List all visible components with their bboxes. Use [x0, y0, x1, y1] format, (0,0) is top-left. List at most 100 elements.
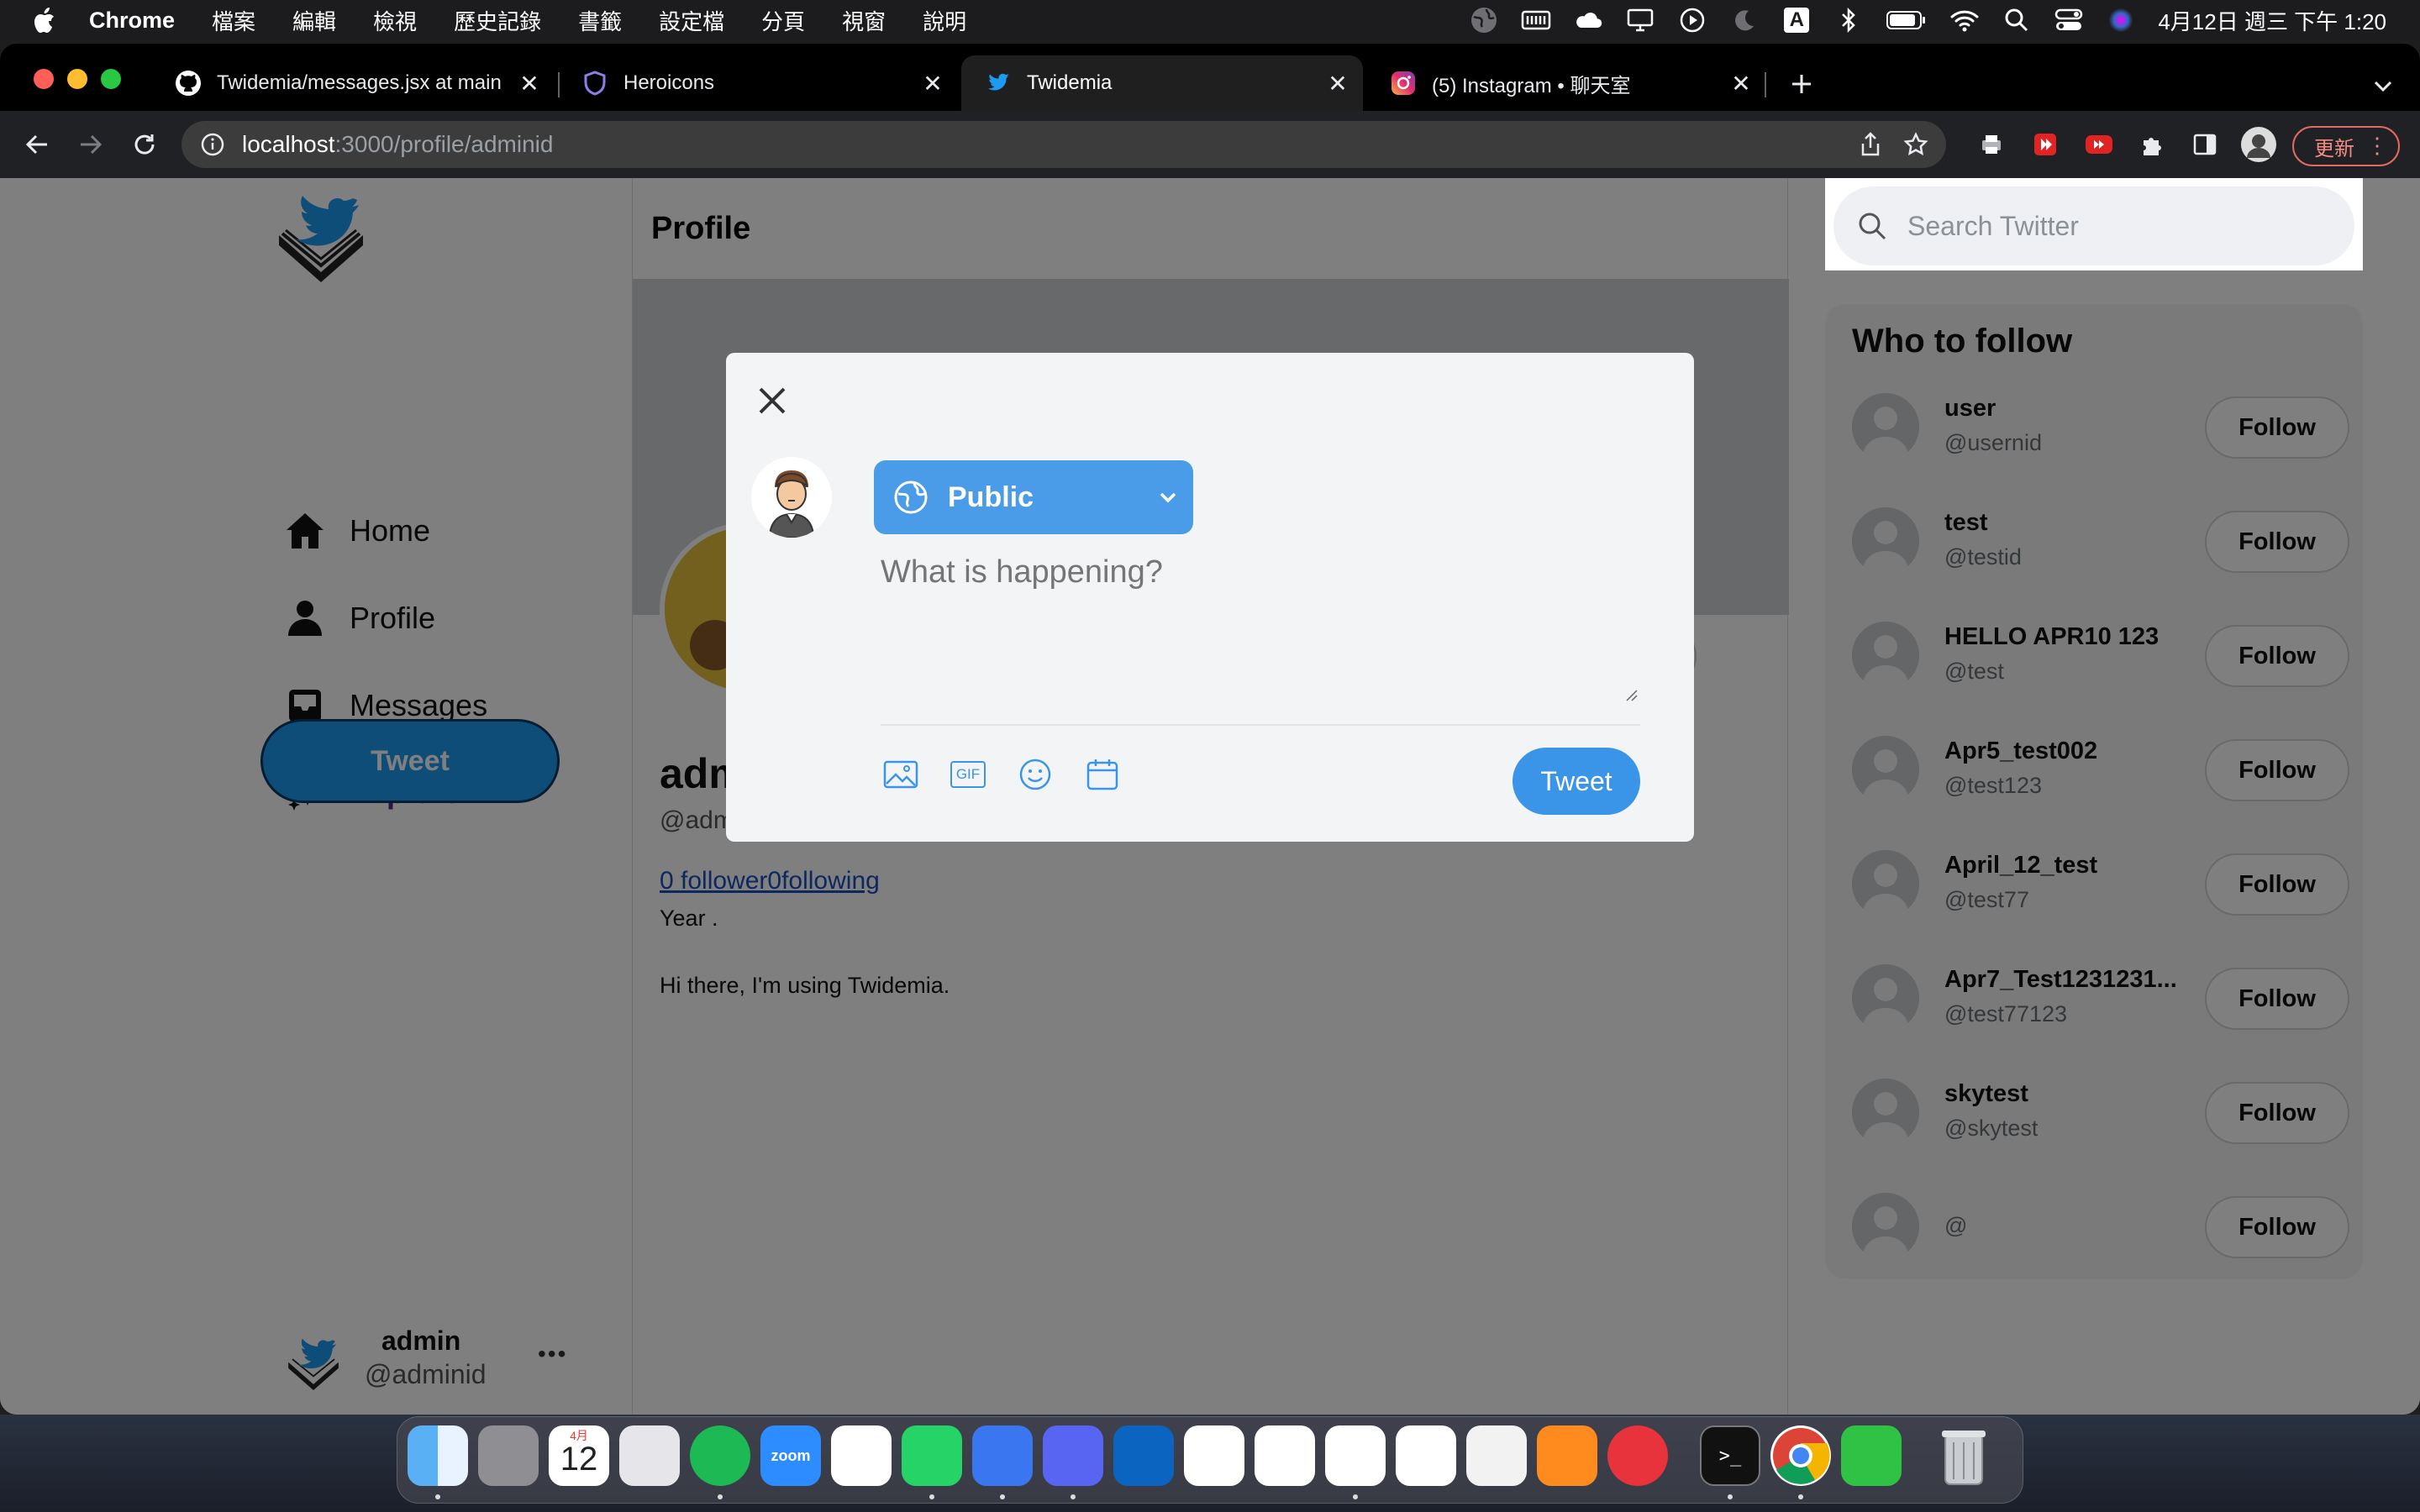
- dock-running-indicator: [1798, 1494, 1803, 1499]
- dock-slack-icon[interactable]: [1396, 1425, 1456, 1486]
- dock-textedit-icon[interactable]: [1466, 1425, 1527, 1486]
- composer-avatar: [751, 457, 832, 538]
- dock-finder-icon[interactable]: [408, 1425, 468, 1486]
- reload-icon[interactable]: [124, 124, 165, 165]
- dock-facetime-icon[interactable]: [1841, 1425, 1902, 1486]
- search-icon[interactable]: [2002, 5, 2032, 35]
- menu-history[interactable]: 歷史記錄: [454, 5, 541, 36]
- search-icon: [1855, 209, 1889, 243]
- dock-trash-icon[interactable]: [1933, 1425, 1994, 1486]
- menu-view[interactable]: 檢視: [373, 5, 417, 36]
- new-tab-icon[interactable]: [1785, 67, 1818, 101]
- keyboard-icon[interactable]: [1521, 5, 1551, 35]
- macos-menubar: Chrome 檔案 編輯 檢視 歷史記錄 書籤 設定檔 分頁 視窗 說明 A 4…: [0, 0, 2420, 40]
- extensions-puzzle-icon[interactable]: [2133, 124, 2173, 165]
- back-icon[interactable]: [17, 124, 57, 165]
- dock-terminal-icon[interactable]: >_: [1700, 1425, 1760, 1486]
- github-icon: [175, 70, 202, 97]
- extension-red-play-icon[interactable]: [2025, 124, 2065, 165]
- globe-icon[interactable]: [1469, 5, 1499, 35]
- tab-search-chevron-icon[interactable]: [2366, 69, 2400, 102]
- close-tab-icon[interactable]: ✕: [1724, 66, 1758, 100]
- menu-help[interactable]: 說明: [923, 5, 966, 36]
- menu-bookmarks[interactable]: 書籤: [578, 5, 622, 36]
- dock-system-settings-icon[interactable]: [478, 1425, 539, 1486]
- bookmark-star-icon[interactable]: [1899, 128, 1933, 161]
- dock-pencil-icon[interactable]: [1537, 1425, 1597, 1486]
- dock-spotify-icon[interactable]: [690, 1425, 750, 1486]
- info-icon[interactable]: [200, 132, 225, 157]
- dock-running-indicator: [1353, 1494, 1358, 1499]
- profile-avatar[interactable]: [2238, 124, 2279, 165]
- dock-powerpoint-icon[interactable]: [1184, 1425, 1244, 1486]
- dock-signal-icon[interactable]: [972, 1425, 1033, 1486]
- side-panel-icon[interactable]: [2185, 124, 2225, 165]
- dock-running-indicator: [718, 1494, 723, 1499]
- tab-github[interactable]: Twidemia/messages.jsx at main ✕: [151, 55, 555, 111]
- menu-profiles[interactable]: 設定檔: [659, 5, 724, 36]
- cloud-icon[interactable]: [1573, 5, 1603, 35]
- dock-discord-icon[interactable]: [1043, 1425, 1103, 1486]
- emoji-icon[interactable]: [1017, 756, 1054, 793]
- search-input[interactable]: Search Twitter: [1833, 186, 2354, 265]
- dock-outlook-icon[interactable]: [1113, 1425, 1174, 1486]
- menubar-clock[interactable]: 4月12日 週三 下午 1:20: [2158, 5, 2386, 36]
- image-icon[interactable]: [882, 756, 919, 793]
- play-icon[interactable]: [1677, 5, 1707, 35]
- dock-zoom-icon[interactable]: zoom: [760, 1425, 821, 1486]
- tab-twidemia[interactable]: Twidemia ✕: [961, 55, 1363, 111]
- menu-window[interactable]: 視窗: [842, 5, 886, 36]
- dock-fist-app-icon[interactable]: [1607, 1425, 1668, 1486]
- dock-photos-icon[interactable]: [831, 1425, 892, 1486]
- gif-icon[interactable]: GIF: [950, 756, 986, 793]
- moon-icon[interactable]: [1729, 5, 1760, 35]
- web-page: Home Profile Messages Explore Tweet admi…: [0, 178, 2420, 1415]
- dock-running-indicator: [1728, 1494, 1733, 1499]
- display-icon[interactable]: [1625, 5, 1655, 35]
- dock-whatsapp-icon[interactable]: [902, 1425, 962, 1486]
- control-center-icon[interactable]: [2054, 5, 2084, 35]
- tab-heroicons[interactable]: Heroicons ✕: [558, 55, 958, 111]
- dock-running-indicator: [435, 1494, 440, 1499]
- share-icon[interactable]: [1854, 128, 1887, 161]
- close-tab-icon[interactable]: ✕: [916, 66, 950, 100]
- close-icon[interactable]: [748, 376, 797, 425]
- kebab-menu-icon[interactable]: ⋮: [2366, 133, 2388, 159]
- battery-icon[interactable]: [1886, 5, 1928, 35]
- dock-vscode-icon[interactable]: [1325, 1425, 1386, 1486]
- calendar-icon[interactable]: [1084, 756, 1121, 793]
- wifi-icon[interactable]: [1949, 5, 1980, 35]
- menu-file[interactable]: 檔案: [212, 5, 255, 36]
- dock-chrome-icon[interactable]: [1770, 1425, 1831, 1486]
- extension-youtube-icon[interactable]: [2079, 124, 2119, 165]
- input-a-icon[interactable]: A: [1781, 5, 1812, 35]
- close-tab-icon[interactable]: ✕: [513, 66, 546, 100]
- macos-dock: 4月 12 zoom >_: [397, 1416, 2023, 1504]
- menu-edit[interactable]: 編輯: [292, 5, 336, 36]
- tweet-compose-textarea[interactable]: [881, 554, 1639, 694]
- close-window-button[interactable]: [34, 69, 54, 89]
- extension-printer-icon[interactable]: [1971, 124, 2012, 165]
- submit-tweet-button[interactable]: Tweet: [1512, 748, 1640, 815]
- minimize-window-button[interactable]: [67, 69, 87, 89]
- dock-calendar-icon[interactable]: 4月 12: [549, 1425, 609, 1486]
- dock-word-icon[interactable]: [1255, 1425, 1315, 1486]
- apple-icon[interactable]: [29, 5, 59, 35]
- tab-title: Twidemia/messages.jsx at main: [217, 71, 502, 94]
- resize-handle-icon[interactable]: [1625, 689, 1639, 702]
- tab-instagram[interactable]: (5) Instagram • 聊天室 ✕: [1366, 55, 1766, 111]
- shield-icon: [581, 70, 608, 97]
- menu-tab[interactable]: 分頁: [761, 5, 805, 36]
- tab-title: Twidemia: [1027, 71, 1113, 94]
- bluetooth-icon[interactable]: [1833, 5, 1864, 35]
- update-button[interactable]: 更新 ⋮: [2292, 126, 2400, 166]
- url-text: localhost:3000/profile/adminid: [242, 131, 554, 157]
- forward-icon[interactable]: [71, 124, 111, 165]
- audience-dropdown[interactable]: Public: [874, 460, 1193, 534]
- close-tab-icon[interactable]: ✕: [1321, 66, 1355, 100]
- zoom-window-button[interactable]: [101, 69, 121, 89]
- url-bar[interactable]: localhost:3000/profile/adminid: [182, 121, 1946, 168]
- dock-launchpad-icon[interactable]: [619, 1425, 680, 1486]
- menubar-app-name[interactable]: Chrome: [89, 8, 175, 34]
- siri-icon[interactable]: [2106, 5, 2136, 35]
